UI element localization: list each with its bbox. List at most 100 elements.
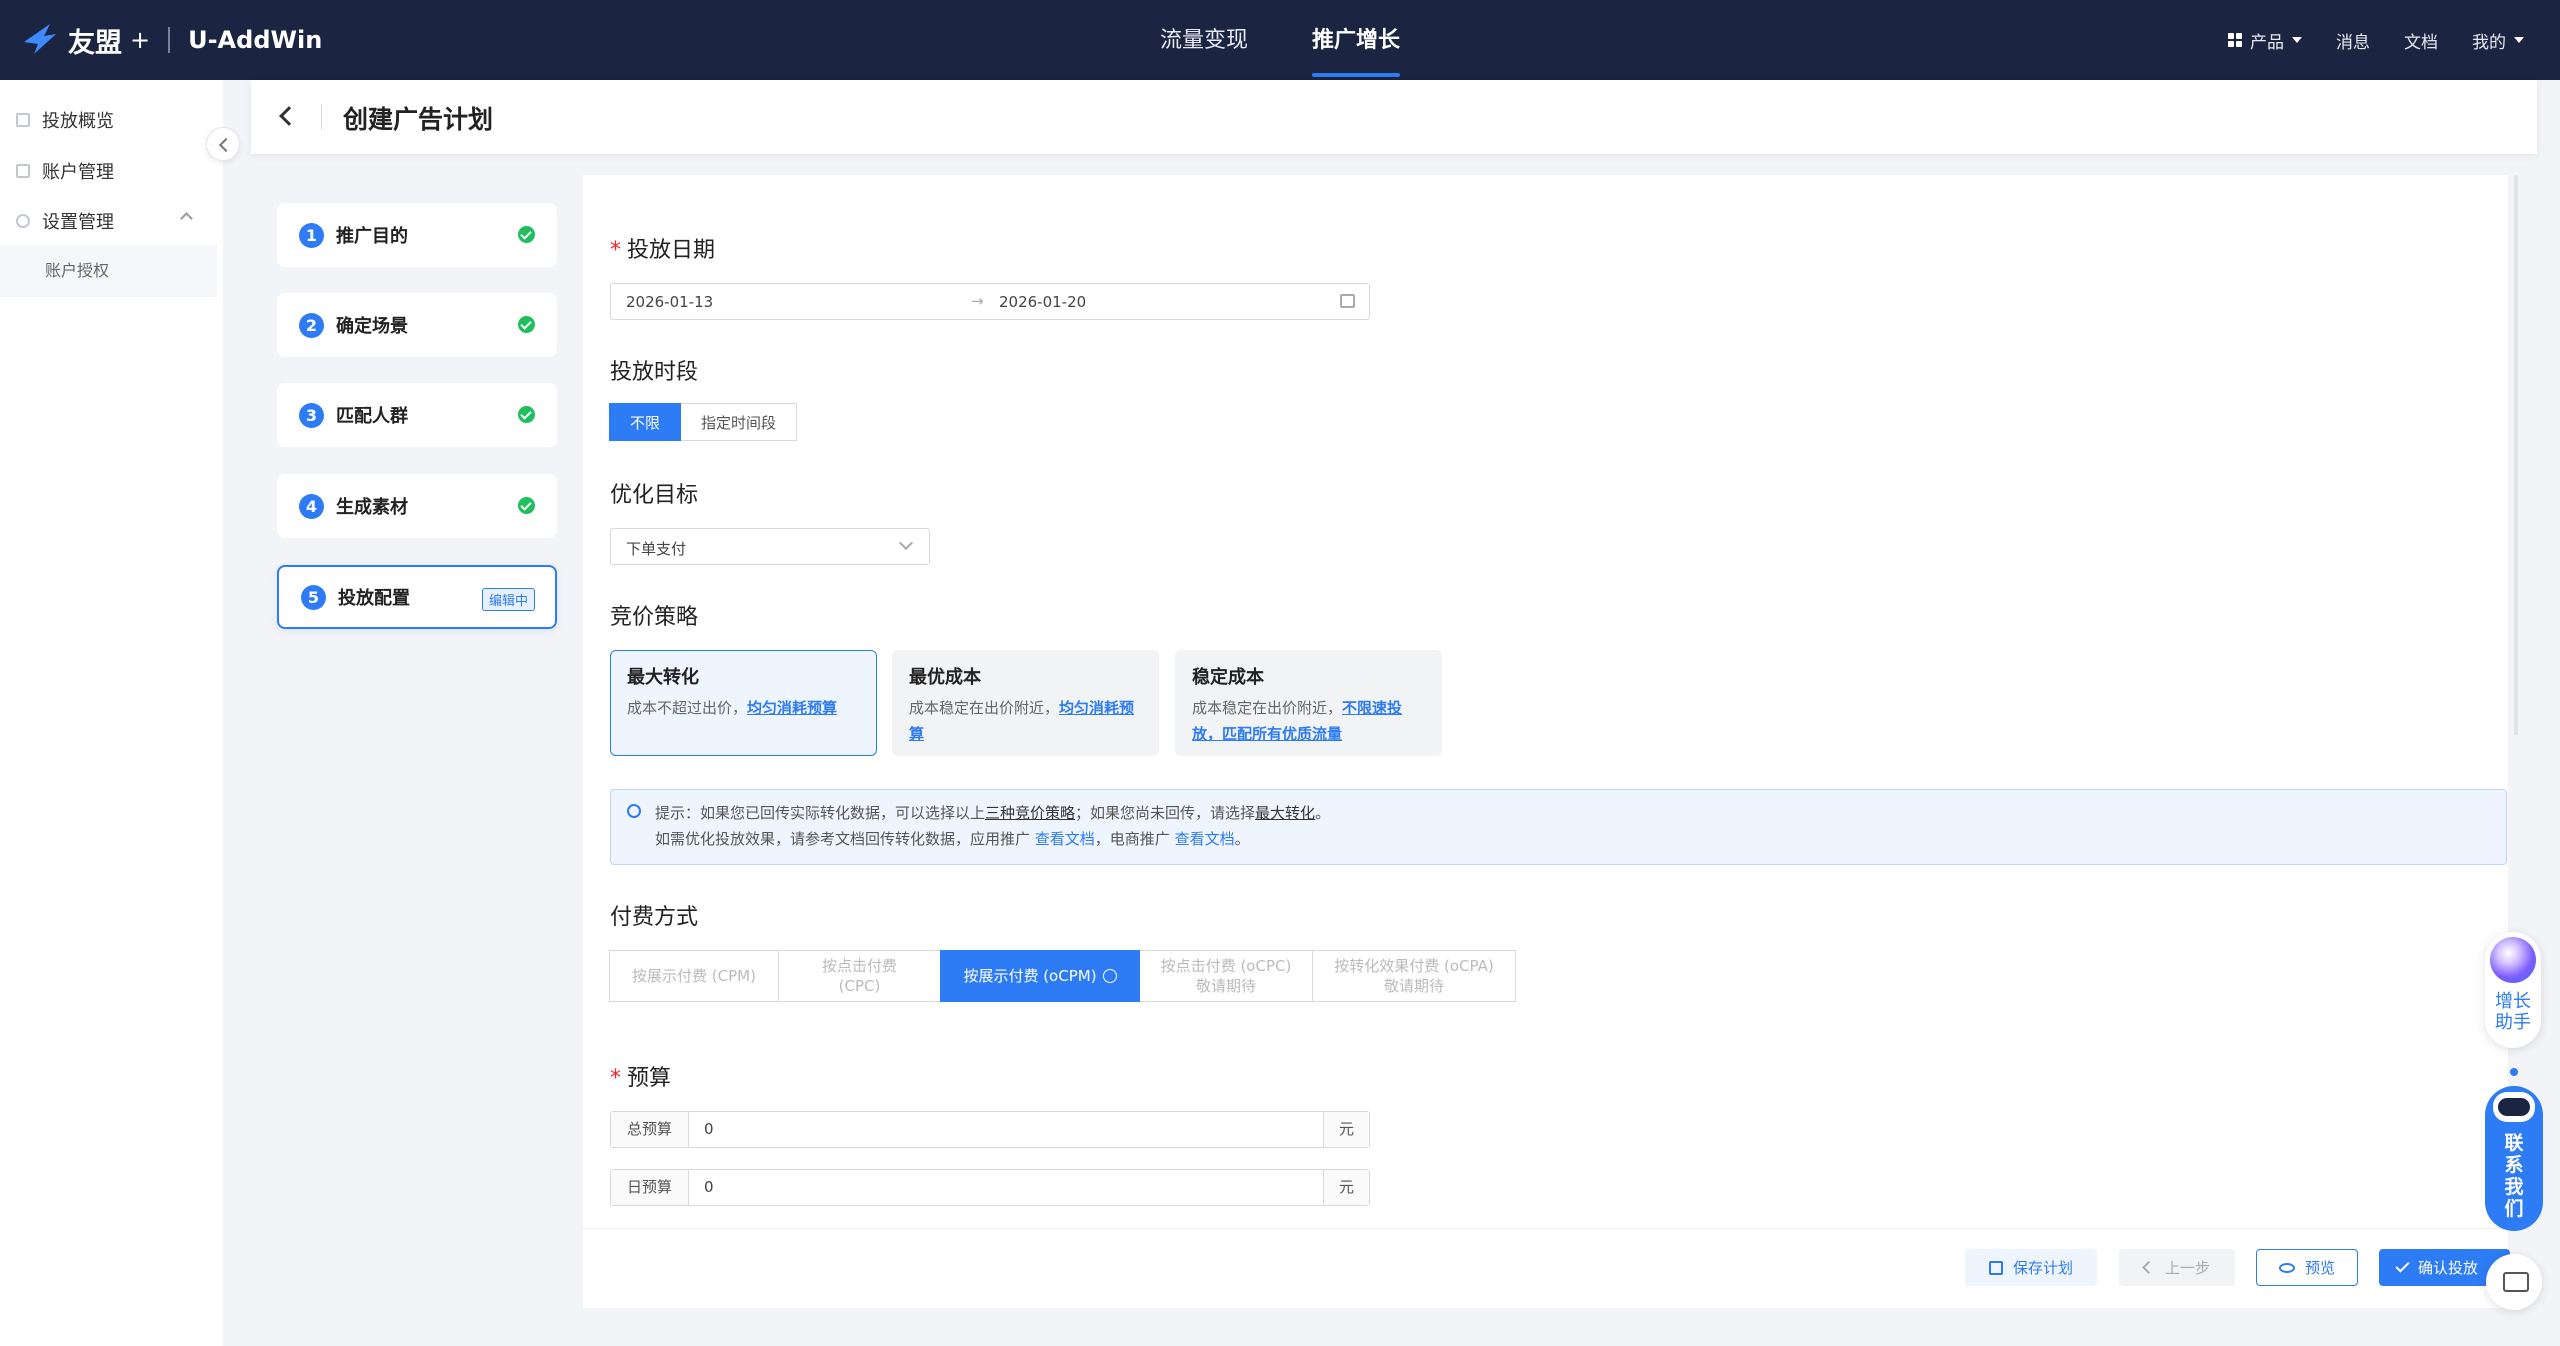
total-budget-field[interactable]: 总预算 0 元 <box>610 1111 1370 1148</box>
payment-toggle: 按展示付费 (CPM) 按点击付费 (CPC) 按展示付费 (oCPM) 按点击… <box>609 950 1516 1002</box>
docs-link[interactable]: 文档 <box>2404 28 2438 53</box>
daily-budget-input[interactable]: 0 <box>704 1178 714 1196</box>
contact-us-widget[interactable]: 联系我们 <box>2485 1068 2543 1231</box>
budget-label: 预算 <box>627 1066 672 1091</box>
assistant-orb-icon <box>2490 937 2536 983</box>
brand-plus: + <box>130 26 151 54</box>
sidebar-item-label: 账户管理 <box>42 162 114 183</box>
budget-section-title: * 预算 <box>610 1060 671 1092</box>
top-bar: 友盟 + U-AddWin 流量变现 推广增长 产品 消息 文档 我的 <box>0 0 2560 80</box>
daily-budget-suffix: 元 <box>1323 1170 1369 1205</box>
step-creative[interactable]: 4 生成素材 <box>277 474 557 538</box>
bid-card-desc: 成本稳定在出价附近，不限速投放，匹配所有优质流量 <box>1192 699 1403 743</box>
required-mark: * <box>610 1066 621 1091</box>
nav-growth[interactable]: 推广增长 <box>1312 0 1401 80</box>
step-number: 5 <box>301 584 326 610</box>
sidebar-item-label: 设置管理 <box>42 212 114 233</box>
robot-icon <box>2493 1092 2535 1122</box>
top-right-menu: 产品 消息 文档 我的 <box>2194 0 2524 80</box>
sidebar-item-accounts[interactable]: 账户管理 <box>0 153 114 189</box>
payment-section-title: 付费方式 <box>610 905 699 930</box>
payment-option-cpm[interactable]: 按展示付费 (CPM) <box>609 950 779 1002</box>
end-date[interactable]: 2026-01-20 <box>999 293 1086 311</box>
step-audience[interactable]: 3 匹配人群 <box>277 383 557 447</box>
bid-card-max-conversion[interactable]: 最大转化 成本不超过出价，均匀消耗预算 <box>610 650 877 756</box>
brand-name: 友盟 <box>68 27 122 59</box>
messages-link[interactable]: 消息 <box>2336 28 2370 53</box>
page-title: 创建广告计划 <box>343 105 494 134</box>
step-label: 投放配置 <box>338 588 410 609</box>
list-icon <box>16 113 30 127</box>
daily-budget-prefix: 日预算 <box>611 1170 689 1205</box>
sidebar-subitem-authorization[interactable]: 账户授权 <box>0 245 217 297</box>
nav-monetization[interactable]: 流量变现 <box>1160 0 1248 80</box>
check-circle-icon <box>518 316 535 333</box>
step-number: 3 <box>299 402 324 428</box>
daily-budget-field[interactable]: 日预算 0 元 <box>610 1169 1370 1206</box>
scrollbar[interactable] <box>2514 175 2518 735</box>
eye-icon <box>2278 1262 2295 1273</box>
step-delivery-config[interactable]: 5 投放配置 编辑中 <box>277 565 557 629</box>
total-budget-suffix: 元 <box>1323 1112 1369 1147</box>
step-number: 2 <box>299 312 324 338</box>
mine-menu-label: 我的 <box>2472 32 2506 53</box>
page-header: 创建广告计划 <box>251 80 2537 154</box>
contact-label: 联系我们 <box>2504 1132 2524 1220</box>
chevron-down-icon <box>898 535 914 551</box>
bidding-section-title: 竞价策略 <box>610 605 699 630</box>
payment-option-ocpa[interactable]: 按转化效果付费 (oCPA) 敬请期待 <box>1312 950 1516 1002</box>
caret-down-icon <box>2514 37 2524 43</box>
preview-button[interactable]: 预览 <box>2256 1249 2358 1286</box>
chevron-left-icon <box>2142 1261 2155 1274</box>
step-scene[interactable]: 2 确定场景 <box>277 293 557 357</box>
header-divider <box>321 104 322 130</box>
date-section-title: * 投放日期 <box>610 232 715 264</box>
tip-line-2: 如需优化投放效果，请参考文档回传转化数据，应用推广 查看文档，电商推广 查看文档… <box>655 830 1250 848</box>
settings-icon <box>16 214 30 228</box>
start-date[interactable]: 2026-01-13 <box>626 293 713 311</box>
chat-icon[interactable] <box>2486 1254 2542 1310</box>
sidebar-item-overview[interactable]: 投放概览 <box>0 102 114 138</box>
bid-card-link[interactable]: 均匀消耗预算 <box>747 699 837 717</box>
bid-card-title: 稳定成本 <box>1192 667 1264 688</box>
date-range-arrow: → <box>971 292 984 310</box>
save-plan-button[interactable]: 保存计划 <box>1965 1249 2097 1286</box>
back-icon[interactable] <box>279 106 299 126</box>
payment-option-cpc[interactable]: 按点击付费 (CPC) <box>778 950 941 1002</box>
bid-card-desc: 成本不超过出价，均匀消耗预算 <box>627 699 838 717</box>
date-label: 投放日期 <box>627 238 716 263</box>
bid-card-optimal-cost[interactable]: 最优成本 成本稳定在出价附近，均匀消耗预算 <box>892 650 1159 756</box>
logo[interactable]: 友盟 + U-AddWin <box>20 18 322 62</box>
step-label: 匹配人群 <box>336 406 408 427</box>
prev-step-label: 上一步 <box>2164 1259 2210 1277</box>
goal-section-title: 优化目标 <box>610 483 699 508</box>
assistant-label: 增长助手 <box>2495 991 2531 1033</box>
check-circle-icon <box>518 406 535 423</box>
period-option-unlimited[interactable]: 不限 <box>609 403 682 441</box>
app-doc-link[interactable]: 查看文档 <box>1035 830 1095 848</box>
grid-icon <box>2228 33 2242 47</box>
goal-select[interactable]: 下单支付 <box>610 528 930 565</box>
product-menu[interactable]: 产品 <box>2228 28 2302 53</box>
period-option-specified[interactable]: 指定时间段 <box>680 403 798 441</box>
growth-assistant-widget[interactable]: 增长助手 <box>2485 932 2541 1048</box>
step-purpose[interactable]: 1 推广目的 <box>277 203 557 267</box>
mine-menu[interactable]: 我的 <box>2472 28 2524 53</box>
sidebar: 投放概览 账户管理 设置管理 账户授权 <box>0 80 223 1346</box>
check-circle-icon <box>518 497 535 514</box>
ecommerce-doc-link[interactable]: 查看文档 <box>1175 830 1235 848</box>
bid-card-stable-cost[interactable]: 稳定成本 成本稳定在出价附近，不限速投放，匹配所有优质流量 <box>1175 650 1442 756</box>
required-mark: * <box>610 238 621 263</box>
caret-down-icon <box>2292 37 2302 43</box>
payment-option-ocpm[interactable]: 按展示付费 (oCPM) <box>940 950 1140 1002</box>
chevron-up-icon <box>180 212 193 225</box>
sidebar-item-settings[interactable]: 设置管理 <box>0 203 210 239</box>
date-range-picker[interactable]: 2026-01-13 → 2026-01-20 <box>610 283 1370 320</box>
info-circle-icon <box>1102 969 1117 983</box>
prev-step-button[interactable]: 上一步 <box>2119 1249 2235 1286</box>
tip-box: 提示：如果您已回传实际转化数据，可以选择以上三种竞价策略；如果您尚未回传，请选择… <box>610 789 2507 865</box>
payment-option-ocpc[interactable]: 按点击付费 (oCPC) 敬请期待 <box>1139 950 1313 1002</box>
bid-card-desc: 成本稳定在出价附近，均匀消耗预算 <box>909 699 1135 743</box>
total-budget-input[interactable]: 0 <box>704 1120 714 1138</box>
sidebar-collapse-button[interactable] <box>206 127 240 161</box>
